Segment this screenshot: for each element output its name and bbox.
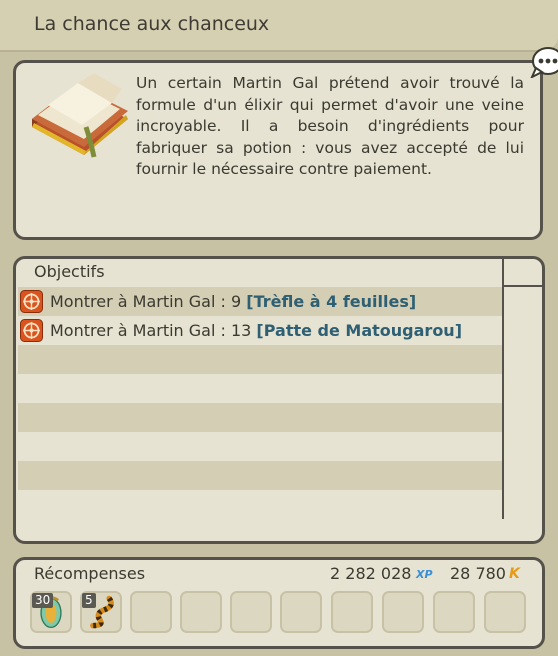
chat-bubble-icon[interactable] [530,46,558,78]
quest-book-icon [32,73,128,158]
objectives-scrollbar[interactable] [502,259,504,519]
objective-row[interactable]: Montrer à Martin Gal : 9 [Trèfle à 4 feu… [18,287,502,316]
quest-description: Un certain Martin Gal prétend avoir trou… [136,74,524,178]
reward-slot-empty[interactable] [180,591,222,633]
objective-row[interactable]: Montrer à Martin Gal : 13 [Patte de Mato… [18,316,502,345]
rewards-header: Récompenses [34,564,146,583]
title-bar: La chance aux chanceux [0,0,558,52]
reward-slot-2[interactable]: 5 [80,591,122,633]
scrollbar-top-divider [502,285,542,287]
compass-icon [20,290,43,313]
reward-slot-empty[interactable] [230,591,272,633]
empty-row [18,461,502,490]
empty-row [18,490,502,519]
objectives-panel: Objectifs Montrer à Martin Gal : 9 [Trèf… [13,256,545,544]
objective-desc: Montrer à Martin Gal : 9 [50,292,247,311]
reward-slot-empty[interactable] [382,591,424,633]
objective-item-link[interactable]: [Trèfle à 4 feuilles] [246,292,416,311]
reward-slot-empty[interactable] [484,591,526,633]
reward-count: 30 [32,593,54,608]
reward-slot-empty[interactable] [280,591,322,633]
kamas-amount: 28 780 [450,564,506,583]
quest-title: La chance aux chanceux [34,13,270,35]
description-panel: Un certain Martin Gal prétend avoir trou… [13,60,543,240]
empty-row [18,345,502,374]
empty-row [18,403,502,432]
compass-icon [20,319,43,342]
objective-desc: Montrer à Martin Gal : 13 [50,321,257,340]
kamas-icon: K [509,566,520,582]
empty-row [18,432,502,461]
reward-slot-1[interactable]: 30 [30,591,72,633]
rewards-panel: Récompenses 2 282 028 XP 28 780 K 30 5 [13,557,545,649]
objectives-header: Objectifs [34,262,105,281]
objective-text-2: Montrer à Martin Gal : 13 [Patte de Mato… [50,316,462,345]
objective-item-link[interactable]: [Patte de Matougarou] [256,321,462,340]
empty-row [18,374,502,403]
reward-slot-empty[interactable] [433,591,475,633]
reward-slot-empty[interactable] [130,591,172,633]
xp-icon: XP [416,568,433,581]
reward-slot-empty[interactable] [331,591,373,633]
reward-count: 5 [82,593,96,608]
objectives-list: Montrer à Martin Gal : 9 [Trèfle à 4 feu… [18,287,502,519]
objective-text-1: Montrer à Martin Gal : 9 [Trèfle à 4 feu… [50,287,416,316]
xp-amount: 2 282 028 [330,564,412,583]
